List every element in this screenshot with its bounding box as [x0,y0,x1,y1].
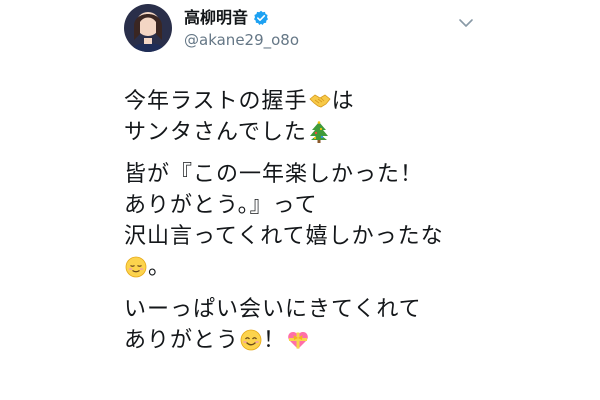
avatar-image [124,4,172,52]
smiling-face-emoji [240,329,262,351]
text-segment: 今年ラストの握手 [124,89,308,114]
user-avatar[interactable] [124,4,172,52]
text-segment: 。 [148,255,172,280]
chevron-down-icon[interactable] [458,14,474,27]
text-segment: ！ [263,328,287,353]
verified-badge-icon [253,10,269,26]
tweet-line: ありがとう。』って [124,193,318,218]
tweet-line: サンタさんでした [124,117,544,148]
user-handle[interactable]: @akane29_o8o [184,31,299,49]
tweet-line: 今年ラストの握手 は [124,86,544,117]
tweet-card: 高柳明音 @akane29_o8o 今年ラストの握手 は サンタさんでした 皆が… [0,0,600,400]
tweet-paragraph-3: いーっぱい会いにきてくれて ありがとう ！ [124,294,544,356]
relieved-face-emoji [125,256,147,278]
tweet-line: 沢山言ってくれて嬉しかったな [124,224,444,249]
text-segment: サンタさんでした [124,120,307,145]
tweet-text: 今年ラストの握手 は サンタさんでした 皆が『この一年楽しかった！ ありがとう。… [124,86,544,367]
tweet-line: ありがとう ！ [124,325,544,356]
text-segment: は [331,89,355,114]
tweet-paragraph-2: 皆が『この一年楽しかった！ ありがとう。』って 沢山言ってくれて嬉しかったな 。 [124,159,544,283]
text-segment: ありがとう [124,328,240,353]
heart-with-ribbon-emoji [287,329,309,351]
handshake-emoji [308,90,331,112]
tweet-line: いーっぱい会いにきてくれて [124,297,422,322]
user-name-row: 高柳明音 [184,9,269,27]
christmas-tree-emoji [308,121,330,143]
tweet-line: 。 [124,252,544,283]
tweet-line: 皆が『この一年楽しかった！ [124,162,424,187]
display-name[interactable]: 高柳明音 [184,9,248,27]
tweet-paragraph-1: 今年ラストの握手 は サンタさんでした [124,86,544,148]
